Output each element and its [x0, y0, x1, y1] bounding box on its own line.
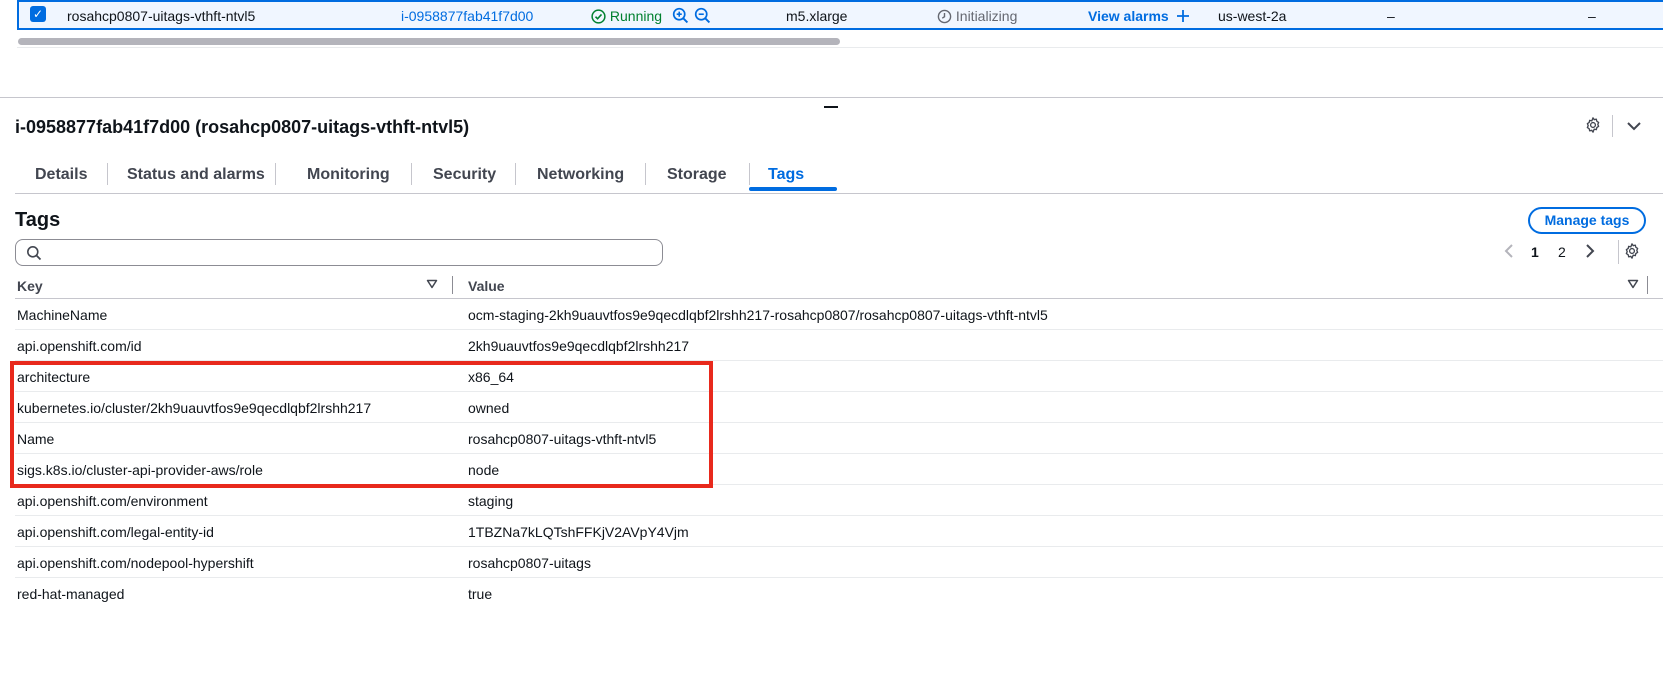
table-row: api.openshift.com/legal-entity-id 1TBZNa…	[15, 516, 1663, 547]
tag-value: true	[468, 586, 493, 602]
split-panel-resize-handle[interactable]	[824, 106, 838, 108]
column-header-key[interactable]: Key	[17, 278, 43, 294]
pagination-divider	[1618, 240, 1619, 264]
manage-tags-button[interactable]: Manage tags	[1528, 207, 1646, 234]
active-tab-indicator	[749, 187, 837, 191]
instance-row-selected[interactable]: ✓ rosahcp0807-uitags-vthft-ntvl5 i-09588…	[17, 0, 1663, 30]
page-2-button[interactable]: 2	[1558, 244, 1566, 260]
tags-search-box[interactable]	[15, 239, 663, 266]
caret-down-icon[interactable]	[1627, 278, 1639, 290]
zoom-out-icon[interactable]	[694, 7, 711, 24]
view-alarms-link[interactable]: View alarms	[1088, 8, 1190, 24]
tag-value: 1TBZNa7kLQTshFFKjV2AVpY4Vjm	[468, 524, 689, 540]
tab-details[interactable]: Details	[35, 166, 87, 184]
tab-tags[interactable]: Tags	[768, 166, 804, 184]
caret-down-icon[interactable]	[426, 278, 438, 290]
tag-key: api.openshift.com/id	[17, 338, 142, 354]
tags-table-header: Key Value	[15, 274, 1663, 298]
tag-key: MachineName	[17, 307, 108, 323]
table-bottom-divider	[17, 47, 1663, 48]
gear-icon[interactable]	[1584, 116, 1602, 134]
tab-status-and-alarms[interactable]: Status and alarms	[127, 166, 265, 184]
tab-monitoring[interactable]: Monitoring	[307, 166, 390, 184]
split-panel-divider	[0, 97, 1663, 98]
table-row: MachineName ocm-staging-2kh9uauvtfos9e9q…	[15, 299, 1663, 330]
tag-key: api.openshift.com/legal-entity-id	[17, 524, 214, 540]
tabs-bottom-border	[15, 193, 1663, 194]
table-row: api.openshift.com/environment staging	[15, 485, 1663, 516]
search-icon	[27, 246, 42, 261]
plus-icon[interactable]	[1176, 9, 1190, 23]
tab-separator	[515, 163, 516, 185]
chevron-right-icon[interactable]	[1583, 243, 1597, 259]
check-circle-icon	[591, 9, 606, 24]
instance-type: m5.xlarge	[786, 8, 848, 24]
highlight-annotation-box	[10, 361, 713, 488]
tab-security[interactable]: Security	[433, 166, 496, 184]
horizontal-scrollbar-thumb[interactable]	[18, 38, 840, 45]
chevron-down-icon[interactable]	[1625, 118, 1643, 134]
gear-icon[interactable]	[1623, 242, 1641, 260]
tab-storage[interactable]: Storage	[667, 166, 727, 184]
tab-separator	[411, 163, 412, 185]
tag-key: api.openshift.com/environment	[17, 493, 208, 509]
tag-value: staging	[468, 493, 514, 509]
tags-search-input[interactable]	[48, 242, 652, 264]
column-resize-handle[interactable]	[452, 276, 453, 294]
instance-state: Running	[591, 8, 662, 24]
tag-value: rosahcp0807-uitags	[468, 555, 591, 571]
tab-separator	[645, 163, 646, 185]
zoom-in-icon[interactable]	[672, 7, 689, 24]
instance-name: rosahcp0807-uitags-vthft-ntvl5	[67, 8, 256, 24]
instance-id-link[interactable]: i-0958877fab41f7d00	[401, 8, 533, 24]
pane-header-divider	[1612, 115, 1613, 137]
column-header-value[interactable]: Value	[468, 278, 505, 294]
tag-key: api.openshift.com/nodepool-hypershift	[17, 555, 254, 571]
availability-zone: us-west-2a	[1218, 8, 1287, 24]
page-1-button[interactable]: 1	[1531, 244, 1539, 260]
tab-separator	[107, 163, 108, 185]
checkbox-checked-icon[interactable]: ✓	[30, 6, 46, 22]
column-resize-handle[interactable]	[1647, 276, 1648, 294]
table-row: api.openshift.com/nodepool-hypershift ro…	[15, 547, 1663, 578]
clock-icon	[937, 9, 952, 24]
public-ip: –	[1588, 8, 1596, 24]
table-row: api.openshift.com/id 2kh9uauvtfos9e9qecd…	[15, 330, 1663, 361]
public-dns: –	[1387, 8, 1395, 24]
instance-state-label: Running	[609, 8, 663, 24]
tab-separator	[749, 163, 750, 185]
view-alarms-label: View alarms	[1088, 8, 1169, 24]
chevron-left-icon[interactable]	[1502, 243, 1516, 259]
table-row: red-hat-managed true	[15, 578, 1663, 609]
details-pane-title: i-0958877fab41f7d00 (rosahcp0807-uitags-…	[15, 117, 470, 137]
details-tabs: Details Status and alarms Monitoring Sec…	[15, 158, 1663, 194]
tab-networking[interactable]: Networking	[537, 166, 624, 184]
tag-value: ocm-staging-2kh9uauvtfos9e9qecdlqbf2lrsh…	[468, 307, 1048, 323]
tab-separator	[275, 163, 276, 185]
tag-key: red-hat-managed	[17, 586, 125, 602]
instances-table-area: ✓ rosahcp0807-uitags-vthft-ntvl5 i-09588…	[0, 0, 1663, 98]
tags-section-title: Tags	[15, 209, 61, 231]
status-check: Initializing	[937, 8, 1017, 24]
status-check-label: Initializing	[955, 8, 1018, 24]
tag-value: 2kh9uauvtfos9e9qecdlqbf2lrshh217	[468, 338, 690, 354]
